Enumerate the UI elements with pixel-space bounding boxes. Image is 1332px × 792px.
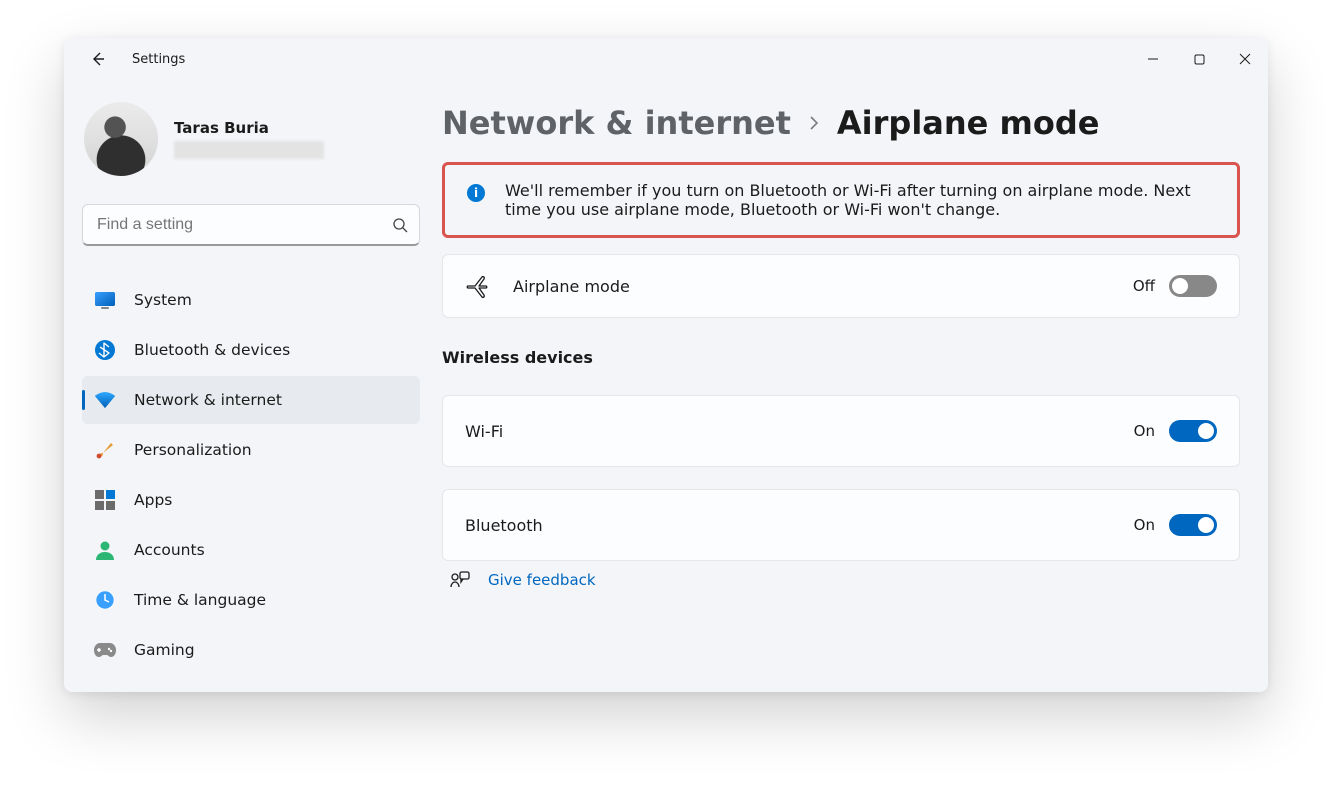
nav-item-time-language[interactable]: Time & language <box>82 576 420 624</box>
breadcrumb-parent[interactable]: Network & internet <box>442 104 791 142</box>
user-profile[interactable]: Taras Buria <box>82 92 420 194</box>
arrow-left-icon <box>90 51 106 67</box>
nav-label: Apps <box>134 491 172 509</box>
bluetooth-state: On <box>1134 516 1155 534</box>
search-box[interactable] <box>82 204 420 246</box>
airplane-mode-label: Airplane mode <box>513 277 1111 296</box>
back-button[interactable] <box>82 43 114 75</box>
minimize-icon <box>1147 53 1159 65</box>
close-button[interactable] <box>1222 38 1268 80</box>
nav-label: Bluetooth & devices <box>134 341 290 359</box>
nav-item-personalization[interactable]: Personalization <box>82 426 420 474</box>
give-feedback-link[interactable]: Give feedback <box>442 571 1240 589</box>
minimize-button[interactable] <box>1130 38 1176 80</box>
breadcrumb-current: Airplane mode <box>837 104 1100 142</box>
sidebar: Taras Buria System <box>64 80 434 692</box>
chevron-right-icon <box>807 116 821 130</box>
airplane-mode-state: Off <box>1133 277 1155 295</box>
settings-window: Settings Taras Buria <box>64 38 1268 692</box>
bluetooth-card: Bluetooth On <box>442 489 1240 561</box>
clock-globe-icon <box>94 589 116 611</box>
apps-icon <box>94 489 116 511</box>
gamepad-icon <box>94 639 116 661</box>
wifi-icon <box>94 389 116 411</box>
main-content: Network & internet Airplane mode i We'll… <box>434 80 1268 692</box>
nav-label: Accounts <box>134 541 205 559</box>
bluetooth-toggle[interactable] <box>1169 514 1217 536</box>
avatar <box>84 102 158 176</box>
nav-list: System Bluetooth & devices Network & int… <box>82 276 420 674</box>
paintbrush-icon <box>94 439 116 461</box>
wifi-state: On <box>1134 422 1155 440</box>
close-icon <box>1239 53 1251 65</box>
nav-item-accounts[interactable]: Accounts <box>82 526 420 574</box>
wifi-label: Wi-Fi <box>465 422 1112 441</box>
nav-label: Time & language <box>134 591 266 609</box>
search-input[interactable] <box>82 204 420 246</box>
airplane-icon <box>465 273 491 299</box>
nav-label: Network & internet <box>134 391 282 409</box>
feedback-icon <box>450 571 470 589</box>
nav-item-network[interactable]: Network & internet <box>82 376 420 424</box>
maximize-icon <box>1194 54 1205 65</box>
wifi-card: Wi-Fi On <box>442 395 1240 467</box>
nav-label: Gaming <box>134 641 195 659</box>
titlebar: Settings <box>64 38 1268 80</box>
user-email-redacted <box>174 141 324 159</box>
nav-item-system[interactable]: System <box>82 276 420 324</box>
bluetooth-icon <box>94 339 116 361</box>
display-icon <box>94 289 116 311</box>
info-text: We'll remember if you turn on Bluetooth … <box>505 181 1215 219</box>
maximize-button[interactable] <box>1176 38 1222 80</box>
nav-item-bluetooth[interactable]: Bluetooth & devices <box>82 326 420 374</box>
window-controls <box>1130 38 1268 80</box>
search-icon <box>392 217 408 233</box>
airplane-mode-toggle[interactable] <box>1169 275 1217 297</box>
user-name: Taras Buria <box>174 119 324 137</box>
wifi-toggle[interactable] <box>1169 420 1217 442</box>
nav-label: System <box>134 291 192 309</box>
airplane-mode-card: Airplane mode Off <box>442 254 1240 318</box>
give-feedback-label: Give feedback <box>488 571 596 589</box>
bluetooth-label: Bluetooth <box>465 516 1112 535</box>
info-icon: i <box>467 184 485 202</box>
nav-item-gaming[interactable]: Gaming <box>82 626 420 674</box>
info-banner: i We'll remember if you turn on Bluetoot… <box>442 162 1240 238</box>
wireless-devices-header: Wireless devices <box>442 348 1240 367</box>
breadcrumb: Network & internet Airplane mode <box>442 104 1240 142</box>
nav-label: Personalization <box>134 441 252 459</box>
nav-item-apps[interactable]: Apps <box>82 476 420 524</box>
window-title: Settings <box>132 52 185 67</box>
person-icon <box>94 539 116 561</box>
